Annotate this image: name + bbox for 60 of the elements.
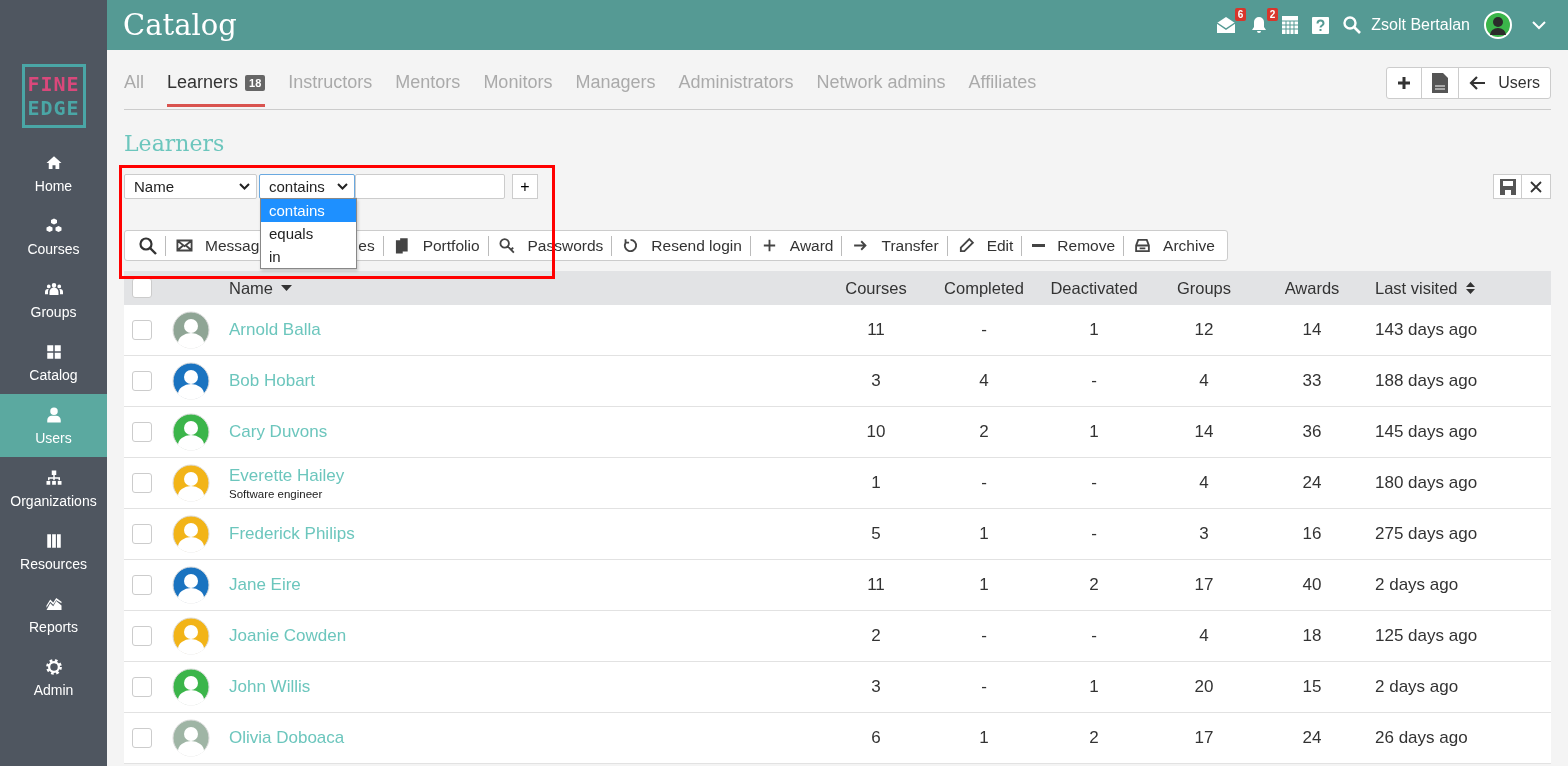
- table-cell-text: -: [980, 677, 988, 697]
- table-cell-text: 4: [978, 371, 990, 391]
- table-cell-text: 11: [866, 575, 886, 595]
- table-cell-text: 17: [1193, 575, 1215, 595]
- table-cell-text: 18: [1301, 626, 1323, 646]
- table-cell-text: 2: [1088, 728, 1100, 748]
- table-cell-text: 15: [1301, 677, 1323, 697]
- table-cell-text: 36: [1301, 422, 1323, 442]
- table-cell-text: -: [1090, 473, 1098, 493]
- table-cell-text: 2: [978, 422, 990, 442]
- table-cell-text: 275 days ago: [1374, 524, 1479, 544]
- table-cell-text: 2 days ago: [1374, 677, 1460, 697]
- table-cell-text: 188 days ago: [1374, 371, 1479, 391]
- table-cell-text: 143 days ago: [1374, 320, 1479, 340]
- mail-count-badge: 6: [1234, 8, 1247, 21]
- table-cell-text: 2: [870, 626, 882, 646]
- table-cell-text: 4: [1198, 626, 1210, 646]
- table-cell-text: 1: [870, 473, 882, 493]
- table-cell-text: -: [980, 320, 988, 340]
- table-cell-text: -: [1090, 524, 1098, 544]
- table-cell-text: 26 days ago: [1374, 728, 1469, 748]
- table-cell-text: 180 days ago: [1374, 473, 1479, 493]
- table-cell-text: 4: [1198, 473, 1210, 493]
- notification-count-badge: 2: [1266, 8, 1279, 21]
- table-cell-text: 2: [1088, 575, 1100, 595]
- table-cell-text: 24: [1301, 473, 1323, 493]
- table-cell-text: 6: [870, 728, 882, 748]
- table-cell-text: 40: [1301, 575, 1323, 595]
- table-cell-text: 4: [1198, 371, 1210, 391]
- table-cell-text: 16: [1301, 524, 1323, 544]
- table-cell-text: 5: [870, 524, 882, 544]
- table-cell-text: 145 days ago: [1374, 422, 1479, 442]
- table-cell-text: 14: [1301, 320, 1323, 340]
- table-cell-text: -: [1090, 371, 1098, 391]
- section-heading: Learners: [124, 130, 226, 158]
- table-cell-text: 1: [1088, 422, 1100, 442]
- table-cell-text: 11: [866, 320, 886, 340]
- table-cell-text: 2 days ago: [1374, 575, 1460, 595]
- table-cell-text: -: [980, 626, 988, 646]
- job-title: Software engineer: [229, 488, 324, 500]
- table-cell-text: 1: [1088, 677, 1100, 697]
- logo: FINE EDGE: [21, 64, 86, 128]
- page-title: Catalog: [123, 8, 237, 42]
- table-cell-text: 33: [1301, 371, 1323, 391]
- table-cell-text: 1: [978, 524, 990, 544]
- table-cell-text: 1: [978, 728, 990, 748]
- table-cell-text: 3: [870, 371, 882, 391]
- table-cell-text: 17: [1193, 728, 1215, 748]
- table-cell-text: 10: [865, 422, 887, 442]
- table-cell-text: 12: [1193, 320, 1215, 340]
- table-cell-text: 24: [1301, 728, 1323, 748]
- table-cell-text: 14: [1193, 422, 1215, 442]
- table-cell-text: -: [1090, 626, 1098, 646]
- table-cell-text: 1: [1088, 320, 1100, 340]
- table-cell-text: 20: [1193, 677, 1215, 697]
- table-cell-text: -: [980, 473, 988, 493]
- table-cell-text: 3: [870, 677, 882, 697]
- table-cell-text: 1: [978, 575, 990, 595]
- table-cell-text: 125 days ago: [1374, 626, 1479, 646]
- table-cell-text: 3: [1198, 524, 1210, 544]
